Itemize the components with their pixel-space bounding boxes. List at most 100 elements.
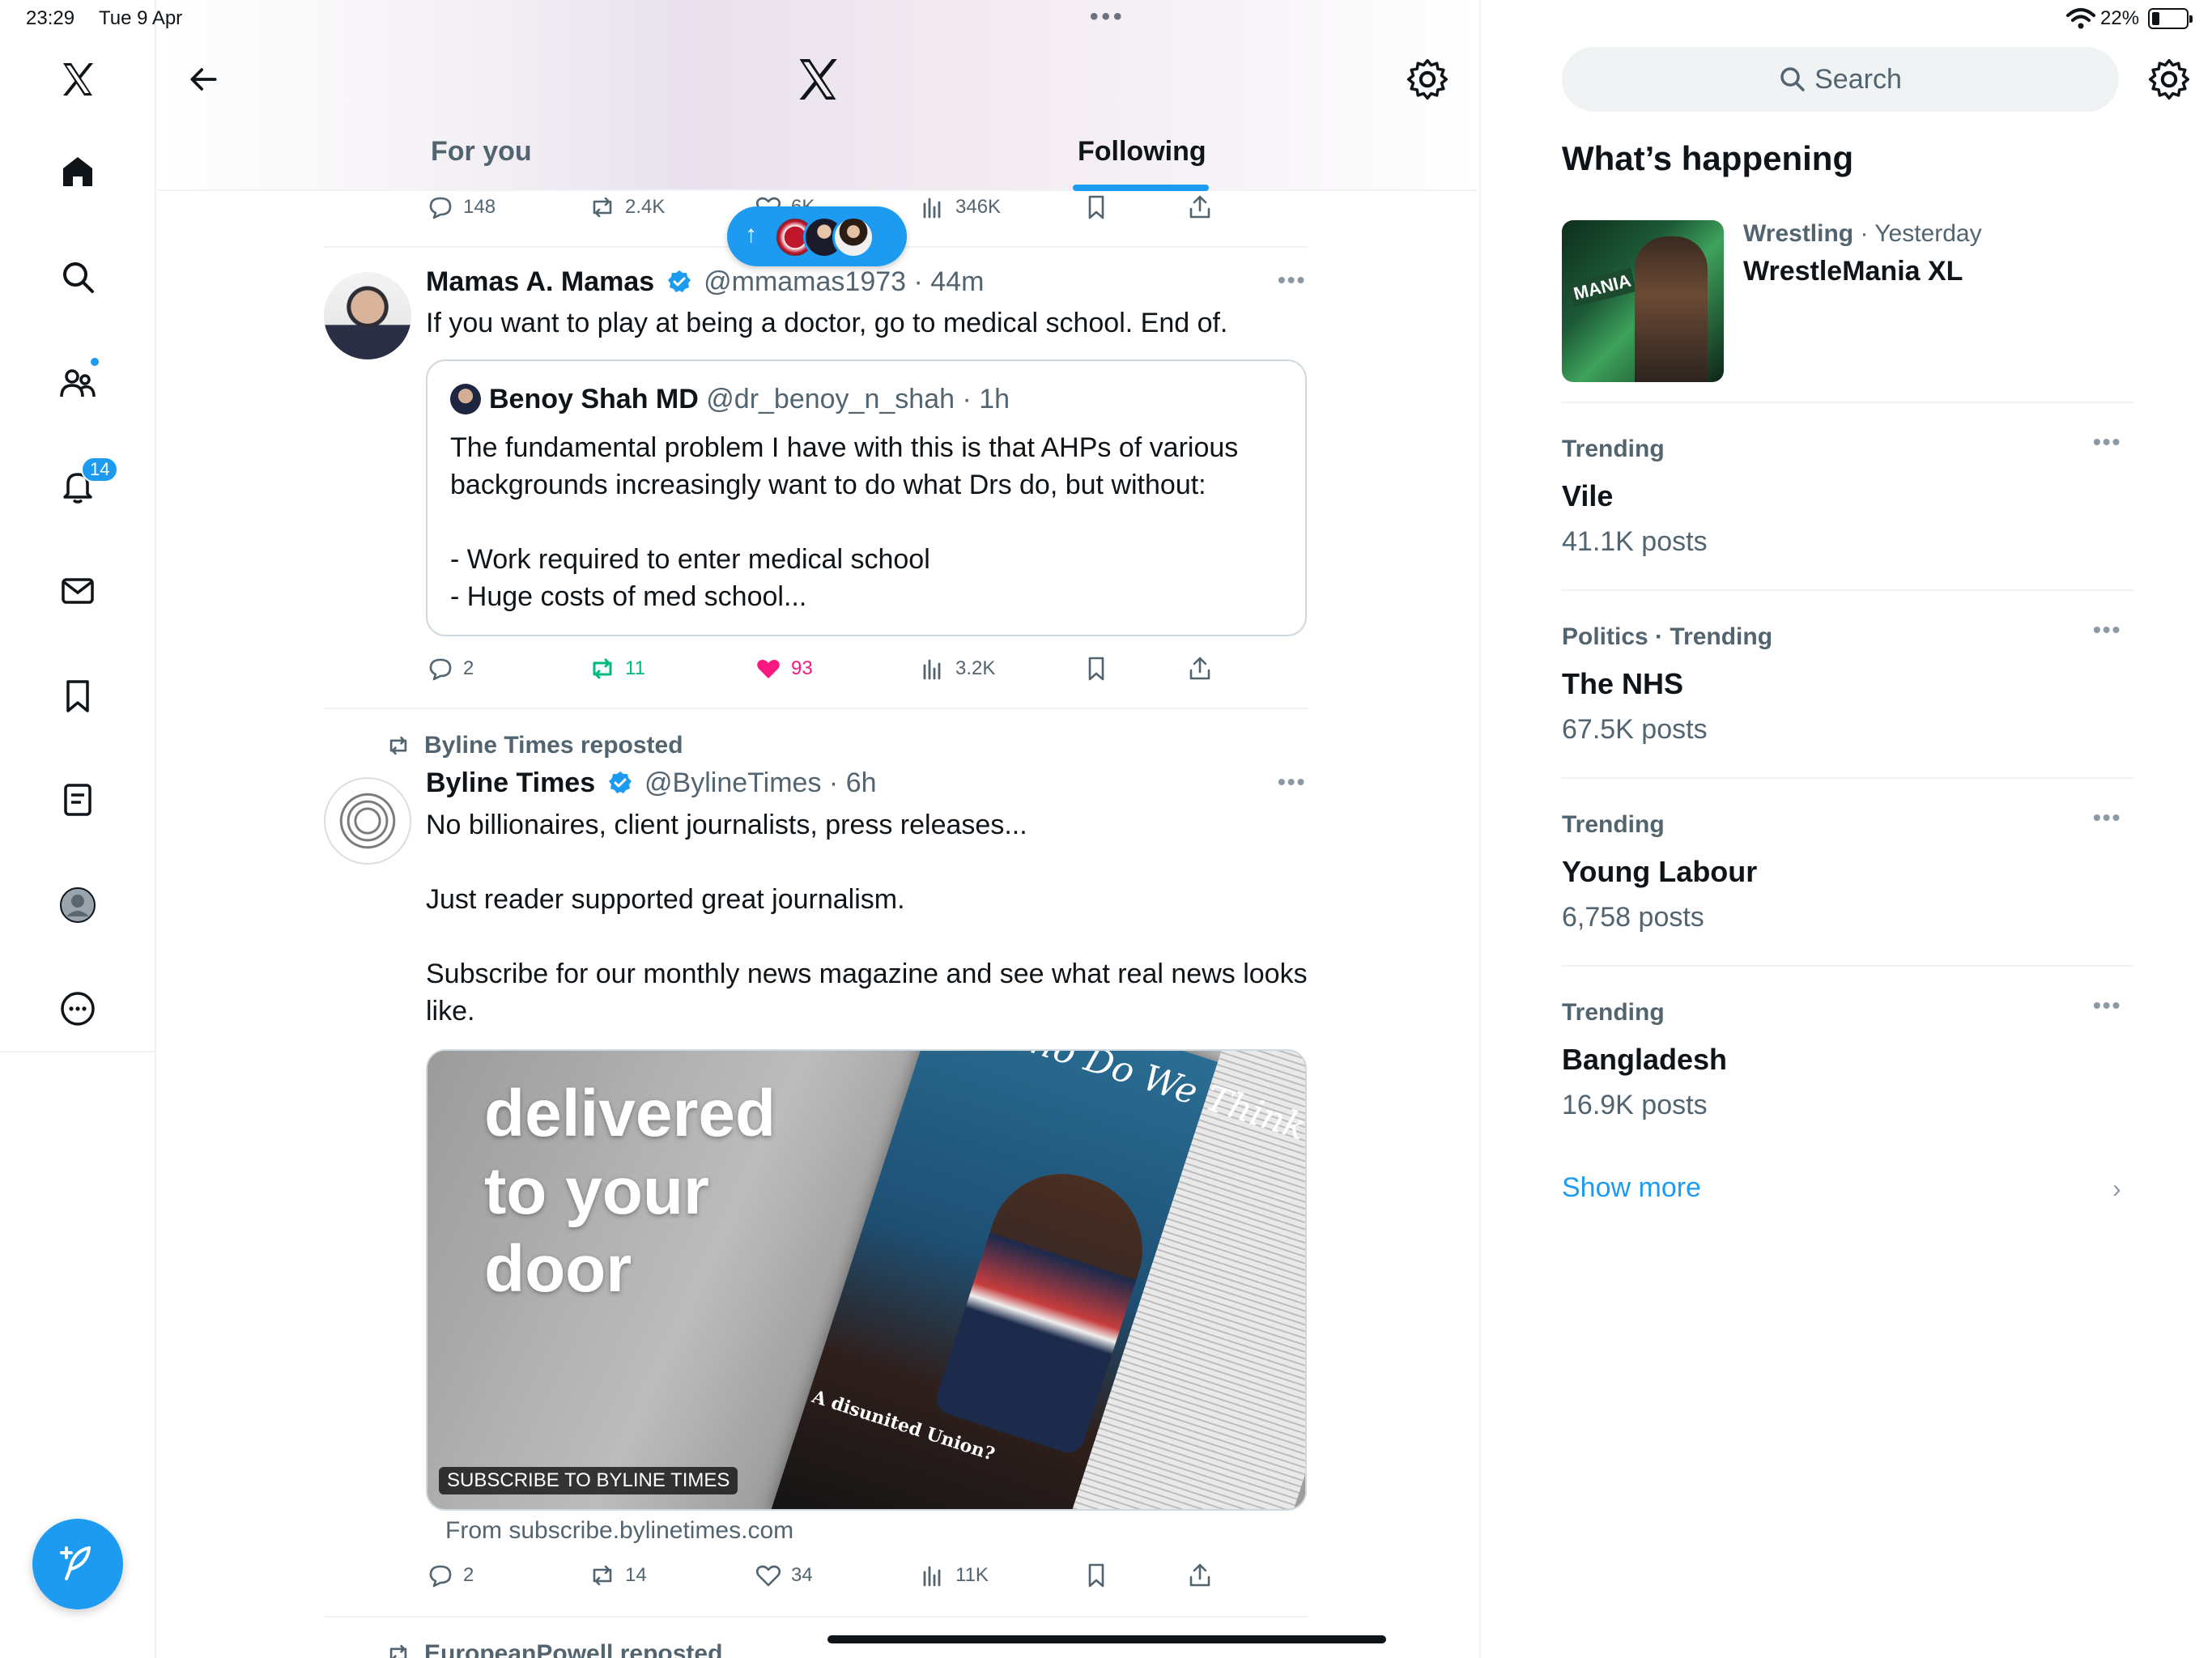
search-icon[interactable] bbox=[49, 248, 107, 306]
multitasking-dots-icon[interactable]: ••• bbox=[1090, 3, 1125, 31]
trend-category: Trending bbox=[1562, 999, 1665, 1026]
home-indicator[interactable] bbox=[827, 1635, 1386, 1643]
quoted-text-line: The fundamental problem I have with this… bbox=[450, 432, 1239, 500]
author-name[interactable]: Byline Times bbox=[426, 767, 595, 798]
trend-post-count: 41.1K posts bbox=[1562, 526, 1708, 557]
back-button[interactable] bbox=[181, 57, 226, 102]
trend-name: Bangladesh bbox=[1562, 1043, 1728, 1076]
trend-item[interactable]: Politics · Trending The NHS 67.5K posts … bbox=[1562, 617, 2133, 785]
nav-divider bbox=[0, 1051, 156, 1052]
event-category: Wrestling · Yesterday bbox=[1743, 220, 1982, 247]
views-chart-icon bbox=[923, 198, 941, 219]
author-handle[interactable]: @BylineTimes bbox=[644, 767, 821, 798]
communities-unread-dot bbox=[89, 356, 100, 368]
tweet-time[interactable]: 6h bbox=[846, 767, 877, 798]
trend-divider bbox=[1562, 777, 2133, 779]
repost-icon bbox=[389, 736, 407, 755]
reply-button[interactable]: 2 bbox=[426, 653, 474, 685]
tab-for-you[interactable]: For you bbox=[431, 136, 532, 168]
trend-more-icon[interactable]: ••• bbox=[2093, 617, 2121, 643]
views-button[interactable]: 346K bbox=[918, 191, 1001, 223]
tab-following[interactable]: Following bbox=[1078, 136, 1206, 168]
messages-envelope-icon[interactable] bbox=[49, 562, 107, 620]
like-button[interactable]: 93 bbox=[754, 653, 813, 685]
views-button[interactable]: 3.2K bbox=[918, 653, 995, 685]
author-avatar[interactable] bbox=[324, 777, 411, 865]
tweet-more-icon[interactable]: ••• bbox=[1278, 267, 1306, 293]
repost-attribution[interactable]: EuropeanPowell reposted bbox=[385, 1640, 722, 1658]
trend-name: The NHS bbox=[1562, 667, 1684, 700]
trend-category: Trending bbox=[1562, 811, 1665, 838]
quoted-author-avatar bbox=[450, 384, 481, 414]
trend-item[interactable]: Trending Bangladesh 16.9K posts ••• bbox=[1562, 993, 2133, 1161]
repost-button[interactable]: 2.4K bbox=[588, 191, 665, 223]
views-count: 346K bbox=[955, 196, 1002, 218]
repost-attribution-text: Byline Times reposted bbox=[424, 732, 683, 759]
trend-name: Young Labour bbox=[1562, 855, 1758, 888]
trend-post-count: 67.5K posts bbox=[1562, 714, 1708, 745]
notifications-bell-icon[interactable]: 14 bbox=[49, 457, 119, 515]
repost-button[interactable]: 11 bbox=[588, 653, 645, 685]
search-input[interactable]: Search bbox=[1562, 47, 2119, 112]
right-sidebar: Search What’s happening MANIA Wrestling … bbox=[1479, 0, 2212, 1658]
share-button[interactable] bbox=[1185, 1559, 1214, 1592]
tweet-header: Byline Times @BylineTimes · 6h bbox=[426, 767, 877, 798]
bookmark-button[interactable] bbox=[1082, 1559, 1111, 1592]
event-title: WrestleMania XL bbox=[1743, 256, 1963, 287]
heart-icon bbox=[755, 1565, 781, 1587]
new-posts-pill[interactable]: ↑ bbox=[727, 206, 907, 266]
share-button[interactable] bbox=[1185, 653, 1214, 685]
bookmark-button[interactable] bbox=[1082, 653, 1111, 685]
like-button[interactable]: 34 bbox=[754, 1559, 813, 1592]
views-count: 3.2K bbox=[955, 657, 996, 679]
trend-item[interactable]: Trending Young Labour 6,758 posts ••• bbox=[1562, 805, 2133, 973]
reply-count: 2 bbox=[463, 657, 474, 679]
tweet-text-line: Just reader supported great journalism. bbox=[426, 884, 905, 915]
communities-icon[interactable] bbox=[49, 353, 107, 411]
bookmarks-icon[interactable] bbox=[49, 667, 107, 725]
share-button[interactable] bbox=[1185, 191, 1214, 223]
author-name[interactable]: Mamas A. Mamas bbox=[426, 266, 654, 297]
repost-attribution[interactable]: Byline Times reposted bbox=[385, 732, 683, 759]
event-time: Yesterday bbox=[1874, 220, 1982, 247]
trend-more-icon[interactable]: ••• bbox=[2093, 429, 2121, 455]
like-count: 93 bbox=[791, 657, 813, 679]
views-button[interactable]: 11K bbox=[918, 1559, 989, 1592]
x-logo-icon[interactable] bbox=[49, 50, 107, 108]
timeline-settings-gear-icon[interactable] bbox=[1405, 57, 1450, 102]
show-more-link[interactable]: Show more bbox=[1562, 1172, 1701, 1204]
repost-button[interactable]: 14 bbox=[588, 1559, 647, 1592]
author-handle[interactable]: @mmamas1973 bbox=[704, 266, 906, 297]
quoted-tweet[interactable]: Benoy Shah MD @dr_benoy_n_shah · 1h The … bbox=[426, 359, 1307, 636]
trend-item[interactable]: Trending Vile 41.1K posts ••• bbox=[1562, 429, 2133, 597]
repost-icon bbox=[389, 1644, 407, 1658]
trend-name: Vile bbox=[1562, 479, 1614, 512]
tweet-text-line: No billionaires, client journalists, pre… bbox=[426, 810, 1027, 840]
reply-button[interactable]: 148 bbox=[426, 191, 496, 223]
reply-button[interactable]: 2 bbox=[426, 1559, 474, 1592]
trend-divider bbox=[1562, 402, 2133, 403]
x-logo-icon[interactable] bbox=[793, 55, 842, 104]
repost-icon bbox=[593, 197, 612, 218]
home-icon[interactable] bbox=[49, 142, 107, 201]
bookmark-button[interactable] bbox=[1082, 191, 1111, 223]
left-nav: 14 bbox=[0, 0, 156, 1658]
more-options-icon[interactable] bbox=[49, 980, 107, 1038]
explore-settings-gear-icon[interactable] bbox=[2146, 57, 2192, 102]
tweet-time[interactable]: 44m bbox=[930, 266, 984, 297]
quoted-author-name: Benoy Shah MD bbox=[489, 384, 699, 414]
profile-avatar-icon[interactable] bbox=[49, 876, 107, 934]
heart-filled-icon bbox=[757, 660, 780, 678]
tweet-text: If you want to play at being a doctor, g… bbox=[426, 308, 1228, 338]
compose-feather-icon bbox=[60, 1546, 91, 1580]
lists-icon[interactable] bbox=[49, 771, 107, 829]
card-source-link[interactable]: From subscribe.bylinetimes.com bbox=[445, 1517, 793, 1545]
repost-count: 11 bbox=[625, 657, 645, 679]
author-avatar[interactable] bbox=[324, 272, 411, 359]
tweet-more-icon[interactable]: ••• bbox=[1278, 769, 1306, 795]
tweet-media-image[interactable]: delivered to your door Who Do We Think W… bbox=[426, 1049, 1307, 1511]
trend-more-icon[interactable]: ••• bbox=[2093, 805, 2121, 831]
media-card-label[interactable]: SUBSCRIBE TO BYLINE TIMES bbox=[439, 1467, 738, 1494]
trend-more-icon[interactable]: ••• bbox=[2093, 993, 2121, 1018]
compose-post-button[interactable] bbox=[32, 1519, 123, 1609]
